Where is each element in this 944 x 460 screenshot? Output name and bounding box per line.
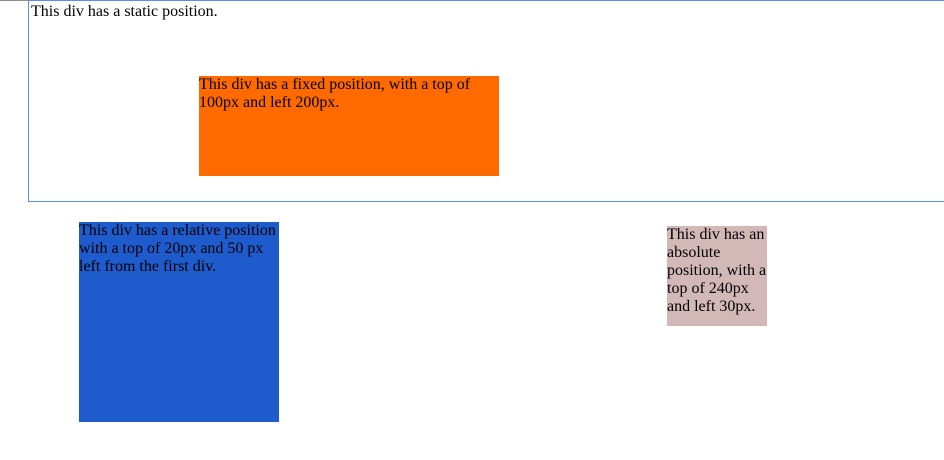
fixed-position-div: This div has a fixed position, with a to… xyxy=(199,76,499,176)
static-position-text: This div has a static position. xyxy=(31,3,218,20)
fixed-position-text: This div has a fixed position, with a to… xyxy=(199,76,471,111)
absolute-position-text: This div has an absolute position, with … xyxy=(667,226,767,315)
absolute-position-div: This div has an absolute position, with … xyxy=(667,226,767,326)
relative-position-div: This div has a relative position with a … xyxy=(79,222,279,422)
relative-position-text: This div has a relative position with a … xyxy=(79,222,276,275)
